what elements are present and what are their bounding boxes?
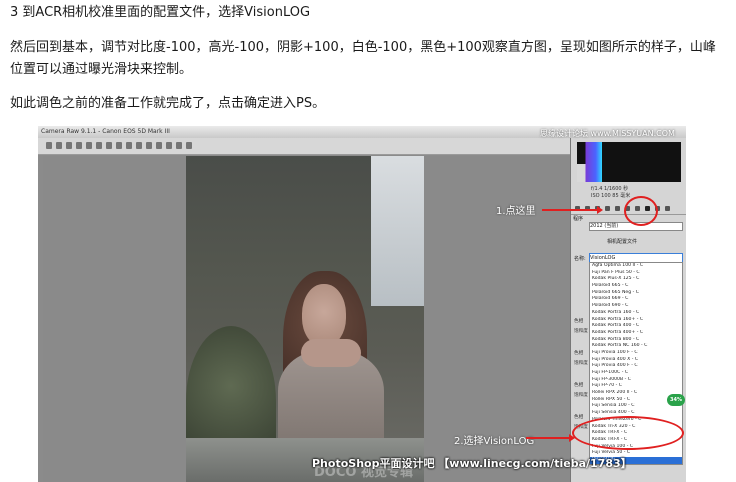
hue-label: 色相: [574, 319, 584, 324]
spot-removal-icon[interactable]: [116, 142, 122, 149]
split-toning-tab-icon[interactable]: [615, 206, 620, 211]
process-label: 程序: [573, 216, 584, 222]
hsl-tab-icon[interactable]: [605, 206, 610, 211]
window-light: [371, 156, 424, 306]
hue-label: 色相: [574, 351, 584, 356]
profile-option[interactable]: Kodak Portra 400 - C: [590, 323, 682, 330]
portrait-photo: DOCO 视觉专辑: [186, 156, 424, 482]
profile-option[interactable]: Kodak Portra NC 160 - C: [590, 343, 682, 350]
profile-option[interactable]: Fuji FP-100C - C: [590, 370, 682, 377]
radial-filter-icon[interactable]: [156, 142, 162, 149]
crop-tool-icon[interactable]: [96, 142, 102, 149]
profile-option[interactable]: Kodak Portra 400+ - C: [590, 330, 682, 337]
histogram-info: f/1.4 1/1600 秒 ISO 100 85 毫米: [591, 186, 630, 200]
camera-profile-title: 相机配置文件: [607, 239, 638, 245]
step2-circle: [572, 416, 684, 450]
graduated-filter-icon[interactable]: [146, 142, 152, 149]
profile-option[interactable]: Fuji FP-3000B - C: [590, 377, 682, 384]
finish-text: 如此调色之前的准备工作就完成了，点击确定进入PS。: [10, 96, 326, 111]
snapshots-tab-icon[interactable]: [665, 206, 670, 211]
profile-option[interactable]: Fuji Pan F Plus 50 - C: [590, 270, 682, 277]
intro-step-text: 3 到ACR相机校准里面的配置文件，选择VisionLOG: [10, 5, 311, 20]
saturation-label: 饱和度: [574, 361, 588, 366]
red-eye-icon[interactable]: [126, 142, 132, 149]
histogram: [577, 142, 681, 182]
hue-label: 色相: [574, 415, 584, 420]
hue-label: 色相: [574, 383, 584, 388]
step1-arrow: [542, 206, 603, 213]
zoom-tool-icon[interactable]: [46, 142, 52, 149]
profile-option[interactable]: Polaroid 690 - C: [590, 303, 682, 310]
profile-option[interactable]: Polaroid 669 - C: [590, 296, 682, 303]
saturation-label: 饱和度: [574, 393, 588, 398]
hand-tool-icon[interactable]: [56, 142, 62, 149]
step1-circle: [624, 196, 658, 226]
model-face: [302, 284, 346, 346]
profile-option[interactable]: Fuji Provia 100 F - C: [590, 350, 682, 357]
step2-annotation: 2.选择VisionLOG: [454, 436, 535, 447]
profile-option[interactable]: Fuji Provia 400 X - C: [590, 357, 682, 364]
profile-option[interactable]: Kodak Portra 800 - C: [590, 337, 682, 344]
profile-option[interactable]: Polaroid 665 - C: [590, 283, 682, 290]
profile-option[interactable]: Agfa Optima 100 II - C: [590, 263, 682, 270]
saturation-label: 饱和度: [574, 329, 588, 334]
model-arm: [301, 339, 361, 367]
preferences-icon[interactable]: [166, 142, 172, 149]
target-adjust-icon[interactable]: [86, 142, 92, 149]
site-watermark: 思缘设计论坛 www.MISSYUAN.COM: [540, 129, 675, 138]
profile-option[interactable]: Fuji FP-70 - C: [590, 383, 682, 390]
profile-option[interactable]: Polaroid 665 Neg - C: [590, 290, 682, 297]
name-label: 名称:: [574, 256, 586, 262]
profile-option[interactable]: Kodak Plus-X 125 - C: [590, 276, 682, 283]
white-balance-tool-icon[interactable]: [66, 142, 72, 149]
rotate-right-icon[interactable]: [186, 142, 192, 149]
footer-watermark: PhotoShop平面设计吧 【www.linecg.com/tieba/178…: [312, 457, 632, 470]
basic-adjust-text: 然后回到基本，调节对比度-100，高光-100，阴影+100，白色-100，黑色…: [10, 40, 716, 77]
rotate-left-icon[interactable]: [176, 142, 182, 149]
camera-raw-screenshot: Camera Raw 9.1.1 - Canon EOS 5D Mark III…: [38, 126, 686, 482]
color-sampler-icon[interactable]: [76, 142, 82, 149]
brush-icon[interactable]: [136, 142, 142, 149]
profile-option[interactable]: Kodak Portra 160 - C: [590, 310, 682, 317]
profile-option[interactable]: Fuji Provia 400 F - C: [590, 363, 682, 370]
straighten-tool-icon[interactable]: [106, 142, 112, 149]
step1-annotation: 1.点这里: [496, 206, 536, 217]
profile-option[interactable]: Kodak Portra 160+ - C: [590, 317, 682, 324]
percent-badge: 34%: [667, 394, 685, 406]
exif-line-1: f/1.4 1/1600 秒: [591, 186, 629, 192]
step2-arrow: [526, 434, 575, 441]
exif-line-2: ISO 100 85 毫米: [591, 193, 631, 199]
